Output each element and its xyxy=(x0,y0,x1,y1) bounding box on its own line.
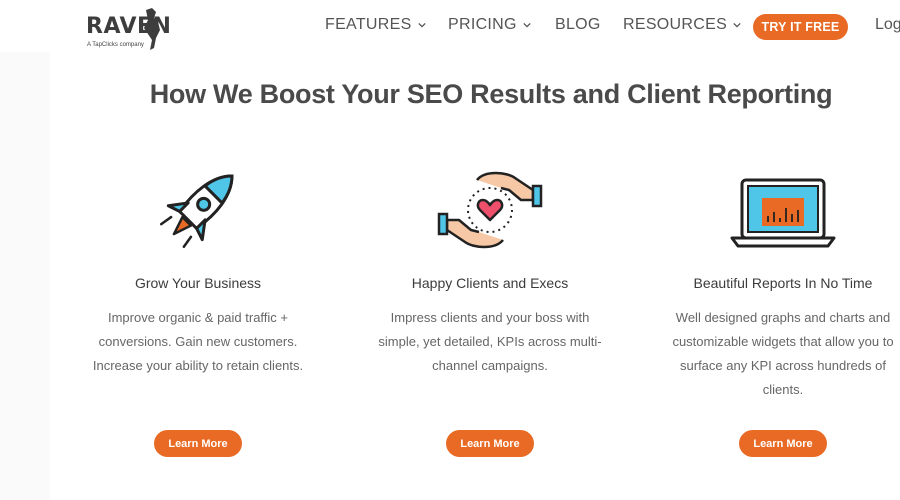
chevron-down-icon xyxy=(733,22,741,28)
raven-bird-icon xyxy=(144,8,160,50)
learn-more-button[interactable]: Learn More xyxy=(446,430,534,457)
learn-more-button[interactable]: Learn More xyxy=(154,430,242,457)
feature-description: Well designed graphs and charts and cust… xyxy=(672,310,894,397)
login-link[interactable]: Log xyxy=(875,16,900,34)
site-header: RAVEN A TapClicks company FEATURES PRICI… xyxy=(0,0,900,52)
rocket-icon xyxy=(159,174,234,249)
page-headline: How We Boost Your SEO Results and Client… xyxy=(149,79,833,109)
page-left-strip xyxy=(0,0,50,500)
nav-blog[interactable]: BLOG xyxy=(555,16,601,34)
feature-title: Grow Your Business xyxy=(134,275,262,291)
chevron-down-icon xyxy=(523,22,531,28)
nav-blog-label: BLOG xyxy=(555,16,601,33)
chevron-down-icon xyxy=(417,22,426,28)
nav-features[interactable]: FEATURES xyxy=(325,16,426,34)
laptop-report-icon xyxy=(730,178,836,248)
raven-logo[interactable]: RAVEN A TapClicks company xyxy=(86,6,171,52)
nav-pricing-label: PRICING xyxy=(448,16,517,33)
feature-title: Happy Clients and Execs xyxy=(411,275,569,291)
nav-pricing[interactable]: PRICING xyxy=(448,16,531,34)
nav-resources[interactable]: RESOURCES xyxy=(623,16,741,34)
nav-resources-label: RESOURCES xyxy=(623,16,728,33)
learn-more-button[interactable]: Learn More xyxy=(739,430,827,457)
feature-description: Improve organic & paid traffic + convers… xyxy=(92,310,304,373)
feature-title: Beautiful Reports In No Time xyxy=(693,275,873,291)
hands-heart-icon xyxy=(437,171,543,249)
try-it-free-button[interactable]: TRY IT FREE xyxy=(753,14,848,40)
nav-features-label: FEATURES xyxy=(325,16,412,33)
logo-tagline: A TapClicks company xyxy=(87,42,144,48)
feature-description: Impress clients and your boss with simpl… xyxy=(378,310,602,373)
